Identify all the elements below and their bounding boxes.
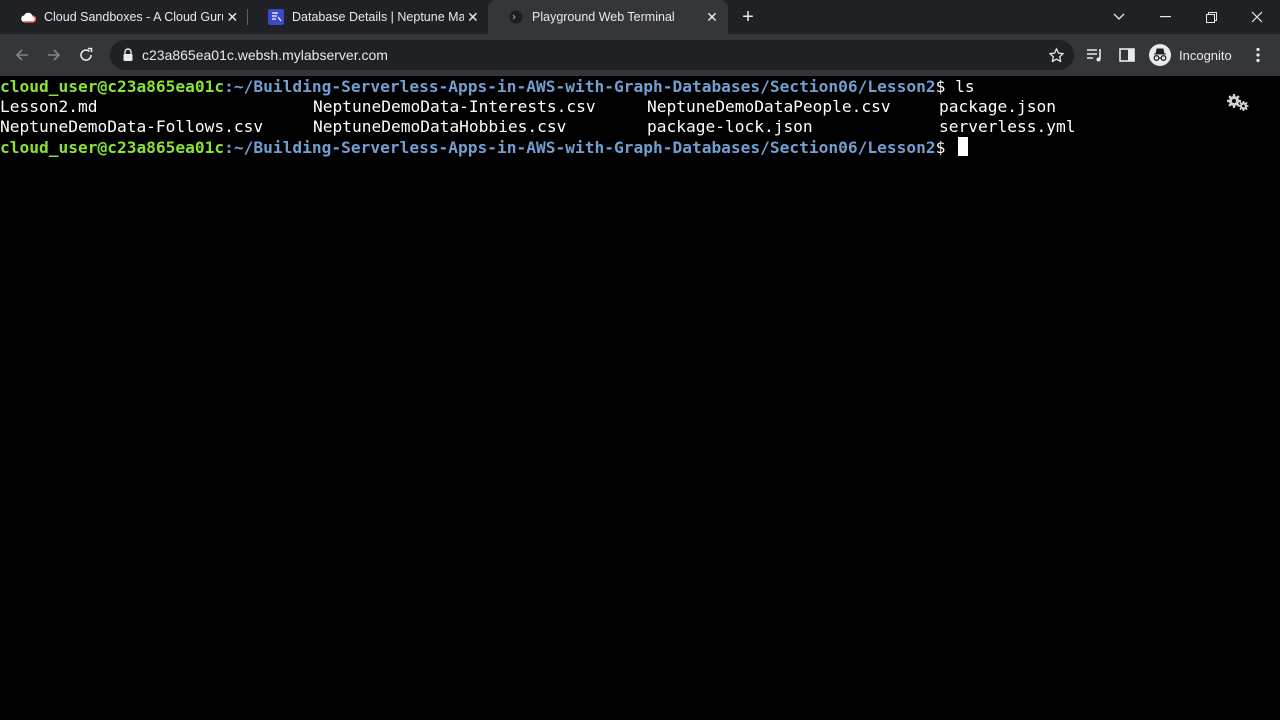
terminal-line-prompt: cloud_user@c23a865ea01c:~/Building-Serve… <box>0 137 969 157</box>
file-entry: NeptuneDemoData-Interests.csv <box>313 97 596 116</box>
incognito-profile-button[interactable]: Incognito <box>1146 41 1232 69</box>
tab-cloud-sandboxes[interactable]: Cloud Sandboxes - A Cloud Guru ✕ <box>0 0 248 34</box>
side-panel-icon[interactable] <box>1116 44 1138 66</box>
terminal-icon <box>508 9 524 25</box>
command-text: ls <box>955 77 975 96</box>
tab-title: Playground Web Terminal <box>532 10 675 24</box>
prompt-path: :~/Building-Serverless-Apps-in-AWS-with-… <box>224 138 936 157</box>
tab-title: Cloud Sandboxes - A Cloud Guru <box>44 10 223 24</box>
more-menu-icon[interactable] <box>1247 44 1269 66</box>
incognito-icon <box>1149 44 1171 66</box>
terminal-output-row: NeptuneDemoData-Follows.csv NeptuneDemoD… <box>0 117 1280 137</box>
prompt-suffix: $ <box>935 77 956 96</box>
file-entry: Lesson2.md <box>0 97 98 116</box>
neptune-icon <box>268 9 284 25</box>
new-tab-button[interactable]: + <box>737 6 759 28</box>
tab-search-chevron-down-icon[interactable] <box>1096 0 1142 34</box>
settings-gears-icon[interactable] <box>1226 92 1250 112</box>
browser-toolbar: c23a865ea01c.websh.mylabserver.com Incog… <box>0 34 1280 76</box>
file-entry: package.json <box>939 97 1056 116</box>
prompt-path: :~/Building-Serverless-Apps-in-AWS-with-… <box>224 77 936 96</box>
media-controls-icon[interactable] <box>1084 44 1106 66</box>
forward-arrow-icon[interactable] <box>42 43 66 67</box>
address-bar[interactable]: c23a865ea01c.websh.mylabserver.com <box>110 40 1074 70</box>
terminal-line-command: cloud_user@c23a865ea01c:~/Building-Serve… <box>0 77 975 97</box>
back-arrow-icon[interactable] <box>10 43 34 67</box>
url-text[interactable]: c23a865ea01c.websh.mylabserver.com <box>142 40 388 70</box>
browser-tab-strip: Cloud Sandboxes - A Cloud Guru ✕ Databas… <box>0 0 1280 34</box>
prompt-user-host: cloud_user@c23a865ea01c <box>0 138 225 157</box>
reload-icon[interactable] <box>74 43 98 67</box>
close-tab-icon[interactable]: ✕ <box>702 7 722 27</box>
bookmark-star-icon[interactable] <box>1046 45 1066 65</box>
restore-window-icon[interactable] <box>1188 0 1234 34</box>
cloud-icon <box>20 9 36 25</box>
file-entry: package-lock.json <box>647 117 813 136</box>
terminal-output-row: Lesson2.md NeptuneDemoData-Interests.csv… <box>0 97 1280 117</box>
close-window-icon[interactable] <box>1234 0 1280 34</box>
close-tab-icon[interactable]: ✕ <box>464 7 482 27</box>
web-terminal[interactable]: cloud_user@c23a865ea01c:~/Building-Serve… <box>0 76 1280 720</box>
lock-icon[interactable] <box>122 48 134 62</box>
file-entry: NeptuneDemoData-Follows.csv <box>0 117 264 136</box>
prompt-user-host: cloud_user@c23a865ea01c <box>0 77 225 96</box>
incognito-label: Incognito <box>1179 47 1232 63</box>
file-entry: NeptuneDemoDataHobbies.csv <box>313 117 567 136</box>
minimize-window-icon[interactable] <box>1142 0 1188 34</box>
terminal-cursor <box>958 137 969 156</box>
tab-database-details[interactable]: Database Details | Neptune Mana ✕ <box>248 0 488 34</box>
prompt-suffix: $ <box>935 138 956 157</box>
file-entry: serverless.yml <box>939 117 1076 136</box>
tab-title: Database Details | Neptune Mana <box>292 10 464 24</box>
close-tab-icon[interactable]: ✕ <box>223 7 242 27</box>
tab-playground-web-terminal[interactable]: Playground Web Terminal ✕ <box>488 0 728 34</box>
file-entry: NeptuneDemoDataPeople.csv <box>647 97 891 116</box>
